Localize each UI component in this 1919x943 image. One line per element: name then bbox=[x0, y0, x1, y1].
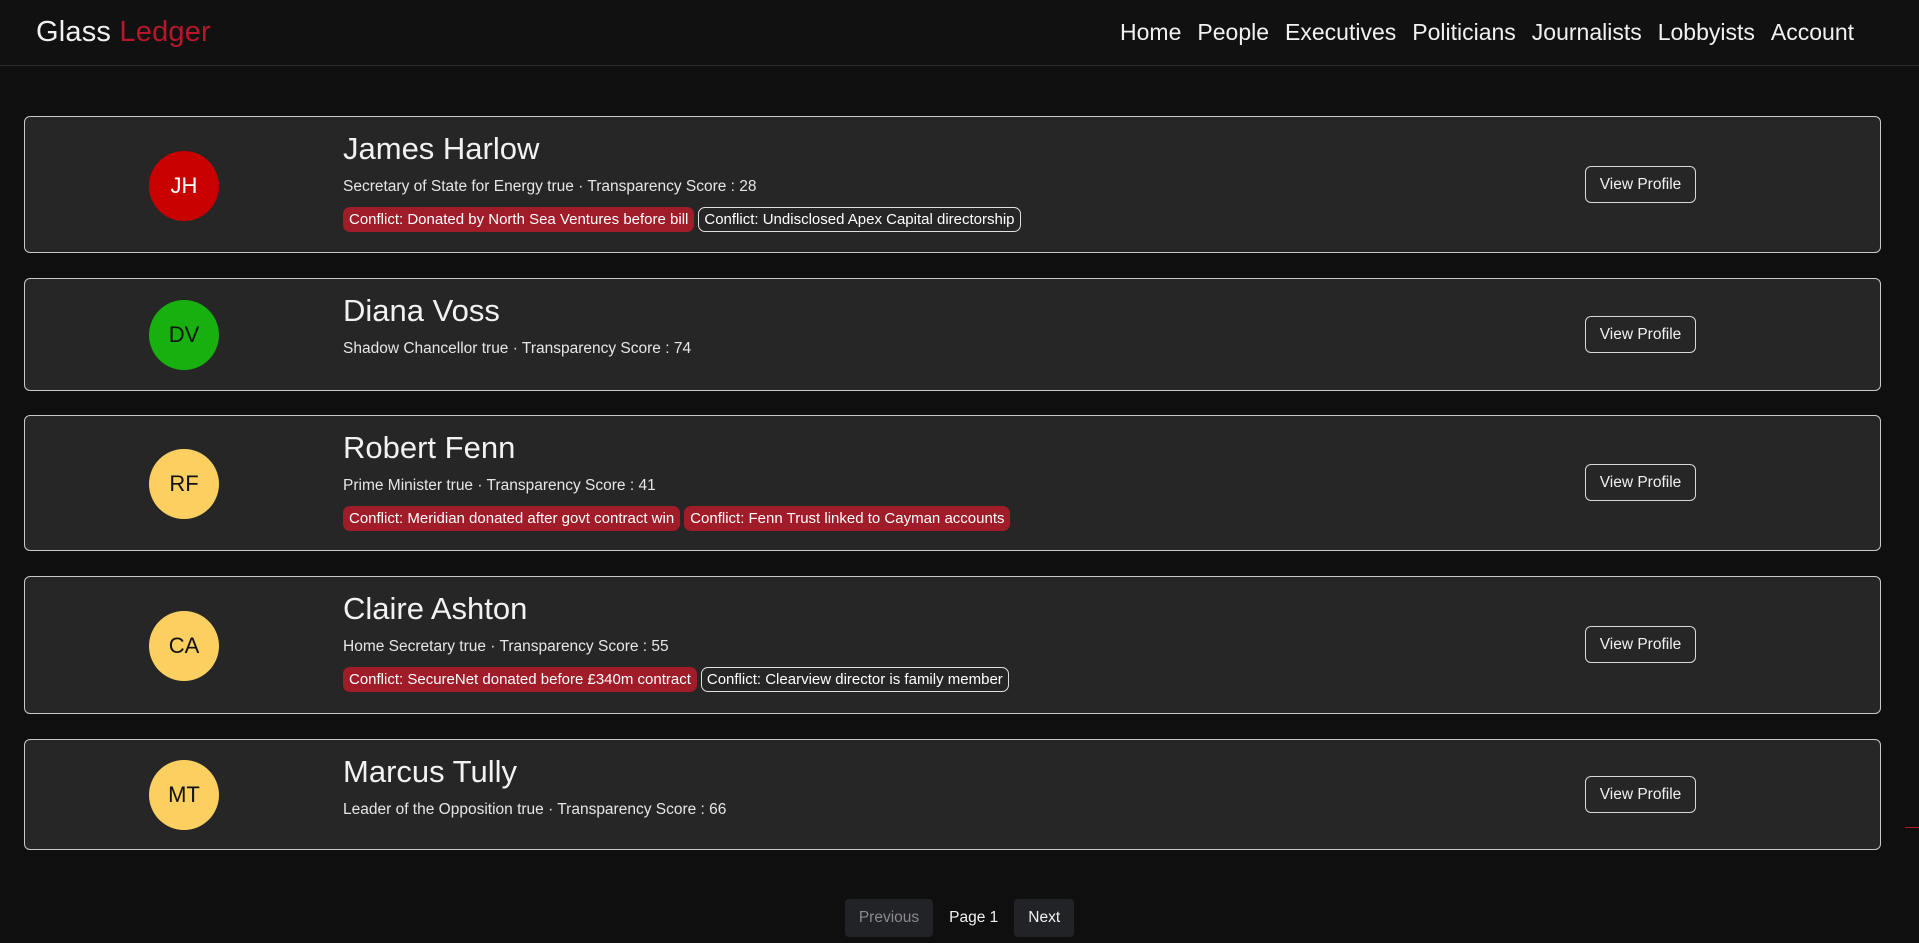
conflict-badge: Conflict: Undisclosed Apex Capital direc… bbox=[698, 207, 1021, 232]
person-info: Robert Fenn Prime Minister true · Transp… bbox=[343, 430, 1011, 531]
person-info: Claire Ashton Home Secretary true · Tran… bbox=[343, 591, 1009, 692]
person-meta: Prime Minister true · Transparency Score… bbox=[343, 477, 656, 494]
person-name: Diana Voss bbox=[343, 293, 500, 328]
page-indicator: Page 1 bbox=[949, 909, 999, 926]
conflict-badge: Conflict: Fenn Trust linked to Cayman ac… bbox=[684, 506, 1011, 531]
person-meta: Secretary of State for Energy true · Tra… bbox=[343, 178, 757, 195]
main-nav: Home People Executives Politicians Journ… bbox=[1112, 19, 1862, 46]
person-info: James Harlow Secretary of State for Ener… bbox=[343, 131, 1021, 232]
person-card: JH James Harlow Secretary of State for E… bbox=[24, 116, 1881, 253]
view-profile-button[interactable]: View Profile bbox=[1585, 464, 1696, 501]
conflict-tags: Conflict: SecureNet donated before £340m… bbox=[343, 667, 1009, 692]
conflict-badge: Conflict: Meridian donated after govt co… bbox=[343, 506, 681, 531]
nav-politicians[interactable]: Politicians bbox=[1404, 19, 1524, 46]
conflict-badge: Conflict: Clearview director is family m… bbox=[700, 667, 1009, 692]
nav-lobbyists[interactable]: Lobbyists bbox=[1650, 19, 1763, 46]
avatar-initials: JH bbox=[170, 173, 198, 198]
avatar: MT bbox=[149, 760, 219, 830]
nav-people[interactable]: People bbox=[1189, 19, 1277, 46]
person-meta: Shadow Chancellor true · Transparency Sc… bbox=[343, 340, 692, 357]
person-name: Robert Fenn bbox=[343, 430, 516, 465]
nav-journalists[interactable]: Journalists bbox=[1524, 19, 1650, 46]
person-card: DV Diana Voss Shadow Chancellor true · T… bbox=[24, 278, 1881, 391]
nav-account[interactable]: Account bbox=[1763, 19, 1862, 46]
person-card: MT Marcus Tully Leader of the Opposition… bbox=[24, 739, 1881, 850]
person-meta: Home Secretary true · Transparency Score… bbox=[343, 638, 669, 655]
edge-divider bbox=[1905, 827, 1919, 828]
conflict-tags: Conflict: Meridian donated after govt co… bbox=[343, 506, 1011, 531]
person-info: Marcus Tully Leader of the Opposition tr… bbox=[343, 754, 726, 820]
brand-name-part1: Glass bbox=[36, 16, 112, 48]
person-name: James Harlow bbox=[343, 131, 540, 166]
view-profile-button[interactable]: View Profile bbox=[1585, 626, 1696, 663]
nav-home[interactable]: Home bbox=[1112, 19, 1189, 46]
view-profile-button[interactable]: View Profile bbox=[1585, 166, 1696, 203]
pagination: Previous Page 1 Next bbox=[0, 899, 1919, 937]
avatar: CA bbox=[149, 611, 219, 681]
brand-logo[interactable]: Glass Ledger bbox=[36, 16, 211, 49]
person-name: Marcus Tully bbox=[343, 754, 517, 789]
conflict-badge: Conflict: SecureNet donated before £340m… bbox=[343, 667, 697, 692]
view-profile-button[interactable]: View Profile bbox=[1585, 316, 1696, 353]
brand-name-part2: Ledger bbox=[119, 16, 211, 48]
avatar-initials: RF bbox=[169, 471, 199, 496]
conflict-tags: Conflict: Donated by North Sea Ventures … bbox=[343, 207, 1021, 232]
top-navbar: Glass Ledger Home People Executives Poli… bbox=[0, 0, 1919, 66]
avatar: JH bbox=[149, 151, 219, 221]
avatar-initials: MT bbox=[168, 782, 200, 807]
next-page-button[interactable]: Next bbox=[1014, 899, 1075, 937]
person-name: Claire Ashton bbox=[343, 591, 528, 626]
avatar-initials: DV bbox=[168, 322, 200, 347]
avatar-initials: CA bbox=[168, 633, 200, 658]
person-info: Diana Voss Shadow Chancellor true · Tran… bbox=[343, 293, 691, 359]
conflict-badge: Conflict: Donated by North Sea Ventures … bbox=[343, 207, 695, 232]
nav-executives[interactable]: Executives bbox=[1277, 19, 1404, 46]
avatar: DV bbox=[149, 300, 219, 370]
person-card: RF Robert Fenn Prime Minister true · Tra… bbox=[24, 415, 1881, 551]
person-meta: Leader of the Opposition true · Transpar… bbox=[343, 801, 727, 818]
avatar: RF bbox=[149, 449, 219, 519]
previous-page-button[interactable]: Previous bbox=[844, 899, 934, 937]
person-card: CA Claire Ashton Home Secretary true · T… bbox=[24, 576, 1881, 714]
view-profile-button[interactable]: View Profile bbox=[1585, 776, 1696, 813]
